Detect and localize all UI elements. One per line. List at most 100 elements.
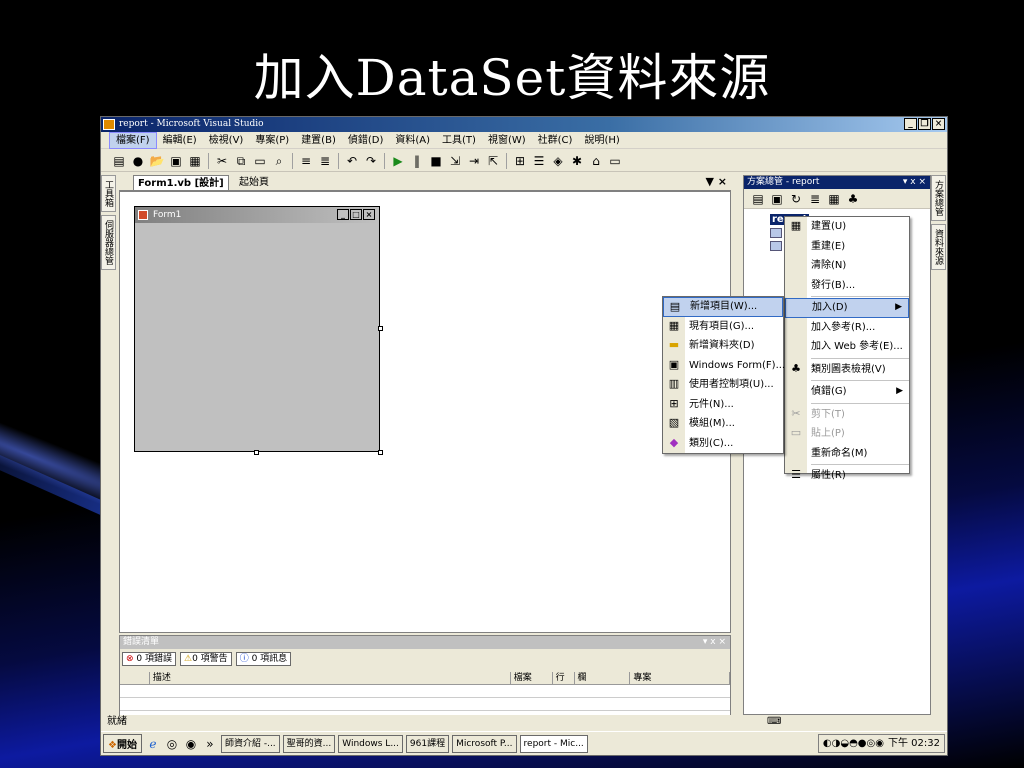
properties-icon[interactable]: ▤	[750, 191, 766, 207]
refresh-icon[interactable]: ↻	[788, 191, 804, 207]
undo-icon[interactable]: ↶	[344, 153, 360, 169]
object-browser-icon[interactable]: ◈	[550, 153, 566, 169]
column-line[interactable]: 行	[553, 672, 575, 684]
stop-icon[interactable]: ■	[428, 153, 444, 169]
view-code-icon[interactable]: ≣	[807, 191, 823, 207]
menu-item-add-reference[interactable]: 加入參考(R)...	[785, 318, 909, 338]
column-description[interactable]: 描述	[150, 672, 511, 684]
menu-item-debug[interactable]: 偵錯(G) ▶	[785, 382, 909, 402]
menu-help[interactable]: 說明(H)	[578, 133, 625, 148]
taskbar-item-windows-live[interactable]: Windows L...	[338, 734, 403, 753]
restore-button[interactable]: ❐	[918, 118, 931, 130]
add-item-icon[interactable]: ●	[130, 153, 146, 169]
taskbar-item-faculty[interactable]: 師資介紹 -...	[220, 734, 280, 753]
menu-item-module[interactable]: ▧ 模組(M)...	[663, 414, 783, 434]
form1-designer[interactable]: Form1 _ □ ×	[134, 206, 380, 452]
solution-explorer-tab[interactable]: 方案總管	[931, 175, 946, 221]
menu-view[interactable]: 檢視(V)	[203, 133, 250, 148]
menu-item-class[interactable]: ◆ 類別(C)...	[663, 434, 783, 454]
solution-explorer-window-controls[interactable]: ▾ ⅹ ×	[903, 176, 926, 189]
resize-handle-right[interactable]	[378, 326, 383, 331]
tree-item-my-project[interactable]	[770, 228, 782, 238]
server-explorer-tab[interactable]: 伺服器總管	[101, 215, 116, 270]
toolbox-tab[interactable]: 工具箱	[101, 175, 116, 212]
menu-item-class-diagram[interactable]: ♣ 類別圖表檢視(V)	[785, 360, 909, 380]
align-left-icon[interactable]: ≡	[298, 153, 314, 169]
close-button[interactable]: ×	[932, 118, 945, 130]
start-page-icon[interactable]: ⌂	[588, 153, 604, 169]
menu-file[interactable]: 檔案(F)	[109, 131, 157, 149]
step-into-icon[interactable]: ⇲	[447, 153, 463, 169]
pause-icon[interactable]: ‖	[409, 153, 425, 169]
menu-community[interactable]: 社群(C)	[532, 133, 579, 148]
menu-tools[interactable]: 工具(T)	[436, 133, 482, 148]
taskbar-item-powerpoint[interactable]: Microsoft P...	[452, 734, 517, 753]
menu-item-user-control[interactable]: ▥ 使用者控制項(U)...	[663, 375, 783, 395]
menu-item-cut[interactable]: ✂ 剪下(T)	[785, 405, 909, 425]
internet-explorer-icon[interactable]: ℯ	[145, 736, 161, 752]
menu-debug[interactable]: 偵錯(D)	[342, 133, 390, 148]
start-debug-icon[interactable]: ▶	[390, 153, 406, 169]
new-project-icon[interactable]: ▤	[111, 153, 127, 169]
menu-item-properties[interactable]: ☰ 屬性(R)	[785, 466, 909, 486]
column-column[interactable]: 欄	[575, 672, 631, 684]
view-designer-icon[interactable]: ▦	[826, 191, 842, 207]
menu-window[interactable]: 視窗(W)	[482, 133, 532, 148]
menu-item-clean[interactable]: 清除(N)	[785, 256, 909, 276]
menu-item-publish[interactable]: 發行(B)...	[785, 276, 909, 296]
paste-icon[interactable]: ▭	[252, 153, 268, 169]
class-diagram-icon[interactable]: ♣	[845, 191, 861, 207]
column-project[interactable]: 專案	[630, 672, 730, 684]
properties-icon[interactable]: ☰	[531, 153, 547, 169]
redo-icon[interactable]: ↷	[363, 153, 379, 169]
menu-item-add-web-reference[interactable]: 加入 Web 參考(E)...	[785, 337, 909, 357]
menu-item-existing-item[interactable]: ▦ 現有項目(G)...	[663, 317, 783, 337]
menu-item-paste[interactable]: ▭ 貼上(P)	[785, 424, 909, 444]
minimize-button[interactable]: _	[904, 118, 917, 130]
menu-build[interactable]: 建置(B)	[295, 133, 342, 148]
media-icon[interactable]: ◉	[183, 736, 199, 752]
menu-data[interactable]: 資料(A)	[389, 133, 436, 148]
taskbar-item-course-folder[interactable]: 961課程	[405, 734, 450, 753]
menu-item-rebuild[interactable]: 重建(E)	[785, 237, 909, 257]
save-icon[interactable]: ▣	[168, 153, 184, 169]
tree-item-form1[interactable]	[770, 241, 782, 251]
messages-filter[interactable]: ⓘ 0 項訊息	[235, 652, 292, 666]
taskbar-item-visual-studio[interactable]: report - Mic...	[519, 734, 588, 753]
toolbox-icon[interactable]: ✱	[569, 153, 585, 169]
taskbar-item-blog[interactable]: 聖哥的資...	[282, 734, 336, 753]
save-all-icon[interactable]: ▦	[187, 153, 203, 169]
align-right-icon[interactable]: ≣	[317, 153, 333, 169]
start-button[interactable]: ❖開始	[103, 734, 142, 753]
overflow-icon[interactable]: »	[202, 736, 218, 752]
warnings-filter[interactable]: ⚠0 項警告	[180, 652, 232, 666]
tab-start-page[interactable]: 起始頁	[235, 175, 273, 190]
tab-form1-design[interactable]: Form1.vb [設計]	[133, 175, 229, 190]
open-folder-icon[interactable]: 📂	[149, 153, 165, 169]
data-sources-tab[interactable]: 資料來源	[931, 224, 946, 270]
more-tools-icon[interactable]: ▭	[607, 153, 623, 169]
find-icon[interactable]: ⌕	[271, 153, 287, 169]
column-file[interactable]: 檔案	[511, 672, 553, 684]
step-over-icon[interactable]: ⇥	[466, 153, 482, 169]
cut-icon[interactable]: ✂	[214, 153, 230, 169]
menu-item-windows-form[interactable]: ▣ Windows Form(F)...	[663, 356, 785, 376]
step-out-icon[interactable]: ⇱	[485, 153, 501, 169]
resize-handle-bottom[interactable]	[254, 450, 259, 455]
document-close-icon[interactable]: ▼ ×	[705, 175, 727, 188]
copy-icon[interactable]: ⧉	[233, 153, 249, 169]
menu-item-build[interactable]: ▦ 建置(U)	[785, 217, 909, 237]
menu-item-component[interactable]: ⊞ 元件(N)...	[663, 395, 783, 415]
designer-surface[interactable]: Form1 _ □ ×	[119, 191, 731, 633]
menu-item-rename[interactable]: 重新命名(M)	[785, 444, 909, 464]
show-all-files-icon[interactable]: ▣	[769, 191, 785, 207]
errors-filter[interactable]: ⊗ 0 項錯誤	[122, 652, 177, 666]
solution-explorer-icon[interactable]: ⊞	[512, 153, 528, 169]
error-list-window-controls[interactable]: ▾ ⅹ ×	[703, 636, 726, 649]
outlook-icon[interactable]: ◎	[164, 736, 180, 752]
menu-project[interactable]: 專案(P)	[249, 133, 295, 148]
menu-edit[interactable]: 編輯(E)	[157, 133, 203, 148]
resize-handle-corner[interactable]	[378, 450, 383, 455]
menu-item-new-item[interactable]: ▤ 新增項目(W)...	[663, 297, 783, 317]
menu-item-new-folder[interactable]: ▬ 新增資料夾(D)	[663, 336, 783, 356]
